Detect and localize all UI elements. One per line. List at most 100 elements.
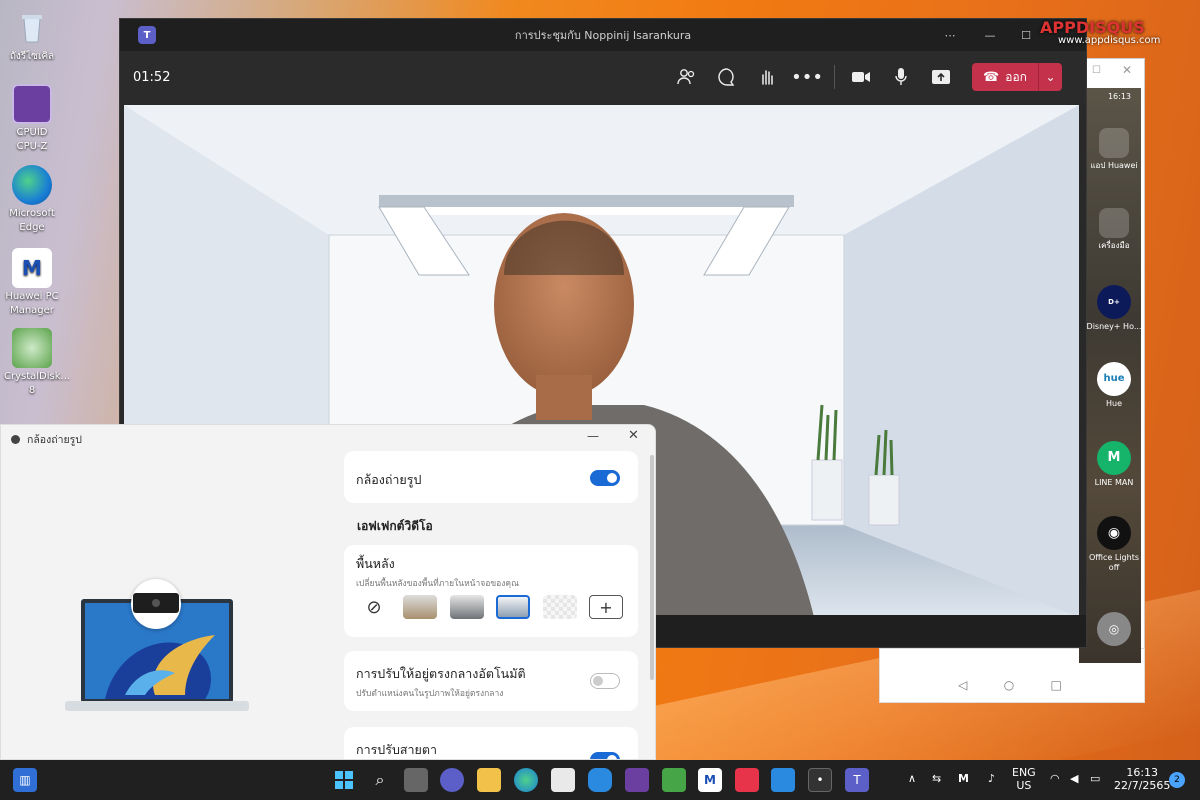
mic-tray-icon[interactable]: ♪ — [988, 772, 995, 785]
people-button[interactable] — [672, 63, 702, 91]
auto-center-toggle[interactable] — [590, 673, 620, 689]
clock-date: 22/7/2565 — [1114, 779, 1171, 792]
app-icon[interactable] — [588, 768, 612, 792]
video-camera-icon — [852, 72, 870, 82]
volume-icon[interactable]: ◀ — [1070, 772, 1078, 785]
lineman-icon: M — [1097, 441, 1131, 475]
maximize-icon[interactable]: ☐ — [1092, 65, 1101, 76]
background-option-blur[interactable] — [543, 595, 577, 619]
background-subtitle: เปลี่ยนพื้นหลังของพื้นที่ภายในหน้าจอของค… — [356, 579, 519, 589]
phone-app-huawei[interactable]: แอป Huawei — [1084, 128, 1144, 171]
teams-taskbar-icon[interactable]: T — [845, 768, 869, 792]
back-icon[interactable]: ◁ — [958, 678, 967, 692]
start-button[interactable] — [332, 768, 356, 792]
store-icon[interactable] — [551, 768, 575, 792]
phone-status-bar: 16:13 — [1079, 88, 1141, 104]
auto-center-subtitle: ปรับตำแหน่งคนในรูปภาพให้อยู่ตรงกลาง — [356, 689, 504, 699]
phone-status-time: 16:13 — [1107, 91, 1131, 101]
phone-app-hue[interactable]: hue Hue — [1084, 362, 1144, 409]
eye-contact-toggle[interactable] — [590, 752, 620, 759]
camera-window-title-text: กล้องถ่ายรูป — [27, 434, 82, 446]
leave-options-button[interactable]: ⌄ — [1038, 63, 1062, 91]
crystaldisk-taskbar-icon[interactable] — [662, 768, 686, 792]
camera-taskbar-icon[interactable]: • — [808, 768, 832, 792]
clock[interactable]: 16:13 22/7/2565 — [1114, 766, 1170, 792]
no-background-icon: ⊘ — [366, 596, 382, 618]
phone-app-label: Disney+ Ho... — [1086, 322, 1142, 331]
desktop-icon-crystaldisk[interactable]: CrystalDisk... 8 — [4, 328, 70, 398]
chat-button[interactable] — [712, 63, 742, 91]
leave-button[interactable]: ☎ ออก ⌄ — [972, 63, 1062, 91]
desktop-icon-edge[interactable]: Microsoft Edge — [4, 165, 60, 235]
task-view-icon[interactable] — [404, 768, 428, 792]
background-option-hall-selected[interactable] — [496, 595, 530, 619]
minimize-icon[interactable]: — — [972, 19, 1008, 51]
phone-app-tools[interactable]: เครื่องมือ — [1084, 208, 1144, 251]
camera-button[interactable] — [846, 63, 876, 91]
background-option-room[interactable] — [403, 595, 437, 619]
settings-scrollbar[interactable] — [650, 455, 654, 680]
microphone-icon — [895, 68, 907, 85]
more-options-icon[interactable]: ⋯ — [932, 19, 968, 51]
phone-app-camera[interactable]: ◎ — [1084, 612, 1144, 649]
desktop-icon-cpuz[interactable]: CPUID CPU-Z — [4, 84, 60, 154]
phone-app-lineman[interactable]: M LINE MAN — [1084, 441, 1144, 488]
minimize-icon: — — [587, 429, 599, 443]
camera-toggle-card: กล้องถ่ายรูป — [344, 451, 638, 503]
phone-app-label: Hue — [1105, 399, 1122, 408]
language-indicator[interactable]: ENG US — [1012, 766, 1036, 792]
teams-logo-icon: T — [138, 26, 156, 44]
app-gallery-icon[interactable] — [735, 768, 759, 792]
widgets-icon[interactable]: ▥ — [13, 768, 37, 792]
minimize-button[interactable]: — — [587, 429, 599, 443]
settings-tray-icon[interactable]: ⇆ — [932, 772, 941, 785]
cpuz-taskbar-icon[interactable] — [625, 768, 649, 792]
close-button[interactable]: ✕ — [628, 428, 639, 443]
share-button[interactable] — [926, 63, 956, 91]
desktop-icon-label: CPUID CPU-Z — [16, 127, 48, 152]
meeting-timer: 01:52 — [133, 69, 171, 85]
add-background-button[interactable]: + — [589, 595, 623, 619]
auto-center-card: การปรับให้อยู่ตรงกลางอัตโนมัติ ปรับตำแหน… — [344, 651, 638, 711]
teams-chat-icon[interactable] — [440, 768, 464, 792]
recycle-bin-icon — [12, 8, 52, 48]
background-none-option[interactable]: ⊘ — [357, 595, 391, 619]
show-hidden-icons[interactable]: ∧ — [908, 772, 916, 785]
edge-taskbar-icon[interactable] — [514, 768, 538, 792]
close-icon[interactable]: ✕ — [1122, 63, 1132, 77]
watermark: APPDISQUS www.appdisqus.com — [1040, 18, 1180, 50]
leave-main[interactable]: ☎ ออก — [972, 63, 1038, 91]
pc-manager-tray-icon[interactable]: M — [958, 772, 969, 785]
close-icon: ✕ — [628, 428, 639, 443]
huawei-pc-manager-icon: M — [12, 248, 52, 288]
phone-nav-bar: ◁ ○ □ — [940, 678, 1080, 692]
multi-screen-icon[interactable] — [771, 768, 795, 792]
background-option-office[interactable] — [450, 595, 484, 619]
people-icon — [677, 69, 695, 85]
reactions-button[interactable] — [752, 63, 782, 91]
disney-icon: D+ — [1097, 285, 1131, 319]
camera-toggle[interactable] — [590, 470, 620, 486]
notification-badge[interactable]: 2 — [1169, 772, 1185, 788]
phone-app-label: Office Lights off — [1088, 553, 1140, 572]
file-explorer-icon[interactable] — [477, 768, 501, 792]
mic-button[interactable] — [886, 63, 916, 91]
battery-icon[interactable]: ▭ — [1090, 772, 1100, 785]
more-icon: ••• — [791, 66, 823, 88]
maximize-icon[interactable]: ☐ — [1008, 19, 1044, 51]
windows-icon — [335, 771, 353, 789]
chat-icon — [718, 68, 735, 86]
wifi-icon[interactable]: ◠ — [1050, 772, 1060, 785]
home-icon[interactable]: ○ — [1004, 678, 1014, 692]
desktop-icon-huawei-pc-manager[interactable]: M Huawei PC Manager — [4, 248, 60, 318]
recents-icon[interactable]: □ — [1051, 678, 1062, 692]
crystaldisk-icon — [12, 328, 52, 368]
pc-manager-taskbar-icon[interactable]: M — [698, 768, 722, 792]
phone-app-office-lights[interactable]: ◉ Office Lights off — [1084, 516, 1144, 573]
search-button[interactable]: ⌕ — [368, 768, 392, 792]
phone-app-disney[interactable]: D+ Disney+ Ho... — [1084, 285, 1144, 332]
language-top: ENG — [1012, 766, 1036, 779]
desktop-icon-recycle-bin[interactable]: ถังรีไซเคิล — [4, 8, 60, 64]
background-title: พื้นหลัง — [356, 556, 395, 571]
more-actions-button[interactable]: ••• — [791, 63, 823, 91]
